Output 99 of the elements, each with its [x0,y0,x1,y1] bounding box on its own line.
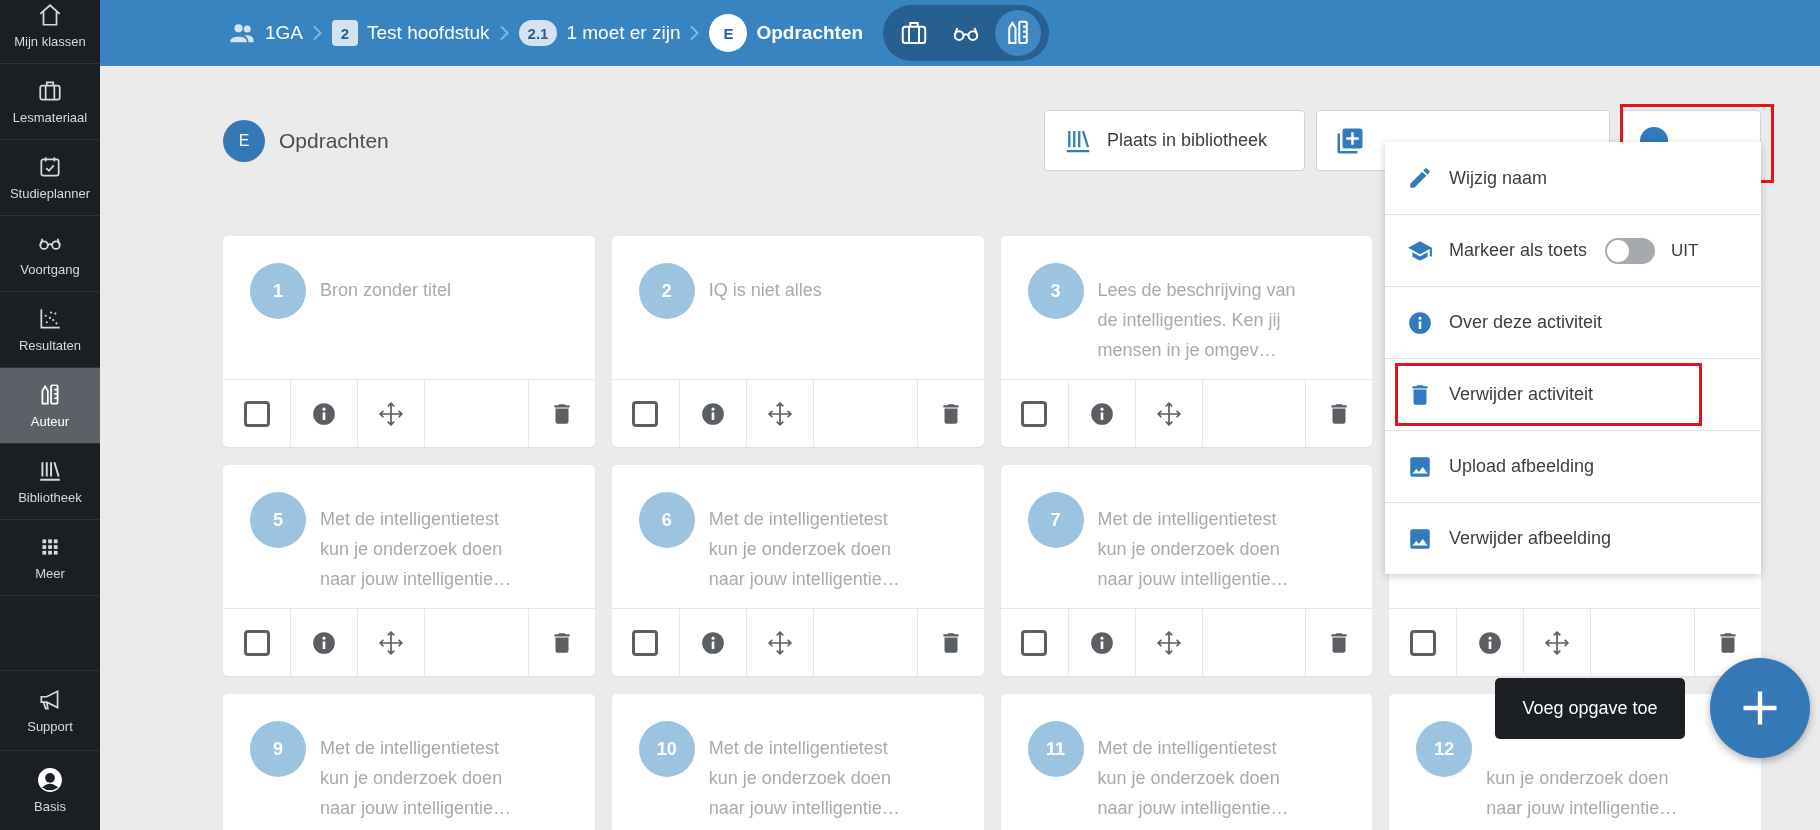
add-button[interactable] [1710,658,1810,758]
breadcrumb-link[interactable]: 2 Test hoofdstuk [332,20,490,46]
card-text: kun je onderzoek doen [1097,767,1281,790]
card-text: naar jouw intelligentie… [708,797,900,820]
breadcrumb-link[interactable]: 2.1 1 moet er zijn [518,20,681,46]
avatar-icon [37,767,63,793]
card-text: naar jouw intelligentie… [708,568,900,591]
checkbox[interactable] [632,400,659,427]
number-badge: 2 [638,263,695,319]
info-icon [1088,629,1115,656]
number-badge: 5 [250,492,306,548]
card-text: kun je onderzoek doen [708,538,892,561]
number-badge: 1 [250,263,306,319]
checkbox[interactable] [1021,400,1047,427]
checkbox[interactable] [1021,629,1047,656]
menu-item[interactable]: Wijzig naam [1385,142,1761,214]
breadcrumb-link[interactable]: 1GA [228,19,304,47]
sidebar-item[interactable]: Studieplanner [0,140,100,216]
card-text: Met de intelligentietest [708,737,889,760]
card-text: Bron zonder titel [320,279,452,302]
menu-item[interactable]: Upload afbeelding [1385,430,1761,502]
move-icon [378,629,404,656]
move-icon [1544,629,1571,656]
card-text: kun je onderzoek doen [320,538,504,561]
move-icon [766,400,793,427]
card-text: Met de intelligentietest [1097,508,1278,531]
scatter-chart-icon [37,306,63,332]
breadcrumb-link[interactable]: E Opdrachten [709,14,864,52]
action-button[interactable]: Plaats in bibliotheek [1044,110,1305,171]
toggle-switch[interactable] [1605,237,1656,264]
breadcrumb-label: 1GA [265,22,304,44]
letter-badge: E [223,119,265,162]
briefcase-icon [37,78,63,104]
number-badge: 6 [638,492,695,548]
letter-badge: E [709,14,748,52]
card-text: kun je onderzoek doen [1486,767,1670,790]
info-icon [311,629,337,656]
number-badge: 7 [1027,492,1084,548]
home-icon [37,2,63,28]
menu-item[interactable]: Verwijder activiteit [1385,358,1761,430]
sidebar-item[interactable]: Meer [0,520,100,596]
number-badge: 3 [1027,263,1084,319]
card-text: IQ is niet alles [708,279,822,302]
number-badge: 11 [1027,721,1084,777]
view-tab[interactable] [995,10,1042,56]
page-title: Opdrachten [279,128,389,153]
section-badge: 2.1 [518,20,558,46]
number-badge: 9 [250,721,306,777]
card-text: mensen in je omgev… [1097,339,1278,362]
pencil-icon [1407,165,1433,191]
sidebar-item[interactable]: Bibliotheek [0,444,100,520]
sidebar-item[interactable]: Support [0,670,100,750]
menu-item[interactable]: Over deze activiteit [1385,286,1761,358]
card-text: naar jouw intelligentie… [1486,797,1678,820]
card-text: naar jouw intelligentie… [1097,568,1289,591]
card-text: Met de intelligentietest [320,508,501,531]
card-text: Met de intelligentietest [1097,737,1278,760]
card-text: kun je onderzoek doen [1097,538,1281,561]
info-icon [699,629,726,656]
move-icon [1155,400,1182,427]
menu-item[interactable]: Markeer als toets UIT [1385,214,1761,286]
move-icon [378,400,404,427]
checkbox[interactable] [1409,629,1436,656]
number-badge: 12 [1416,721,1473,777]
info-icon [699,400,726,427]
card-text: de intelligenties. Ken jij [1097,309,1282,332]
chevron-right-icon [499,25,509,41]
number-badge: 10 [638,721,695,777]
chapter-badge: 2 [332,20,359,46]
chevron-right-icon [690,25,700,41]
sidebar-item[interactable]: Voortgang [0,216,100,292]
card-text: Met de intelligentietest [708,508,889,531]
sidebar-item[interactable]: Auteur [0,368,100,444]
card-text: Lees de beschrijving van [1097,279,1296,302]
calendar-check-icon [37,154,63,180]
menu-item[interactable]: Verwijder afbeelding [1385,502,1761,574]
checkbox[interactable] [243,400,270,427]
card-text: naar jouw intelligentie… [320,568,512,591]
checkbox[interactable] [632,629,659,656]
info-icon [1477,629,1504,656]
sidebar-item[interactable]: Basis [0,750,100,830]
breadcrumb-label: Test hoofdstuk [367,22,490,44]
info-icon [1088,400,1115,427]
info-icon [1407,309,1433,336]
info-icon [311,400,337,427]
move-icon [1155,629,1182,656]
move-icon [766,629,793,656]
tooltip: Voeg opgave toe [1495,678,1685,739]
chevron-right-icon [313,25,323,41]
card-text: naar jouw intelligentie… [320,797,512,820]
breadcrumb-label: Opdrachten [756,22,864,44]
sidebar-item[interactable]: Lesmateriaal [0,64,100,140]
card-text: Met de intelligentietest [320,737,501,760]
toggle-label: UIT [1671,240,1699,261]
breadcrumb-label: 1 moet er zijn [566,22,681,44]
card-text: kun je onderzoek doen [708,767,892,790]
card-text: kun je onderzoek doen [320,767,504,790]
card-text: naar jouw intelligentie… [1097,797,1289,820]
checkbox[interactable] [243,629,270,656]
